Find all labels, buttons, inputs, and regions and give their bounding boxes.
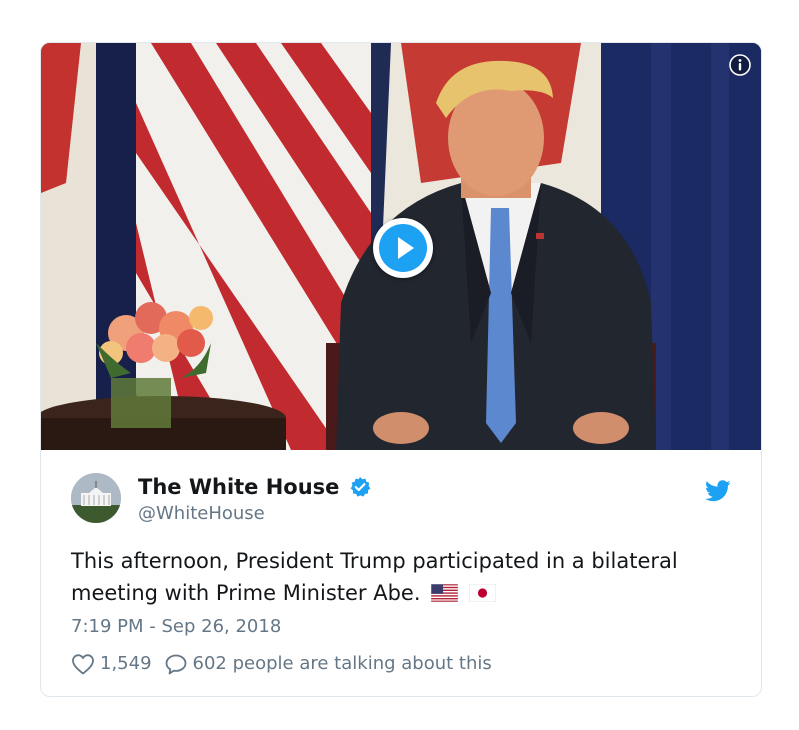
display-name[interactable]: The White House bbox=[138, 474, 339, 500]
us-flag-icon bbox=[430, 579, 459, 603]
avatar[interactable] bbox=[71, 473, 121, 523]
heart-icon bbox=[72, 654, 94, 675]
play-button[interactable] bbox=[373, 218, 433, 278]
twitter-bird-icon[interactable] bbox=[705, 480, 731, 502]
embedded-tweet-card: The White House @WhiteHouse This afterno… bbox=[40, 42, 762, 697]
tweet-timestamp[interactable]: 7:19 PM - Sep 26, 2018 bbox=[71, 615, 281, 639]
info-icon[interactable] bbox=[729, 54, 751, 76]
like-button[interactable]: 1,549 bbox=[71, 652, 152, 676]
play-icon bbox=[379, 224, 427, 272]
japan-flag-icon bbox=[468, 579, 497, 603]
tweet-text-content: This afternoon, President Trump particip… bbox=[71, 549, 678, 605]
author-block: The White House @WhiteHouse bbox=[138, 474, 371, 525]
white-house-avatar-image bbox=[71, 473, 121, 523]
talking-count: 602 people are talking about this bbox=[192, 653, 492, 674]
like-count: 1,549 bbox=[100, 653, 152, 674]
speech-bubble-icon bbox=[165, 654, 186, 675]
conversation-button[interactable]: 602 people are talking about this bbox=[164, 652, 492, 676]
verified-badge-icon bbox=[349, 476, 371, 498]
tweet-actions: 1,549 602 people are talking about this bbox=[71, 652, 492, 676]
tweet-text: This afternoon, President Trump particip… bbox=[71, 545, 711, 609]
handle[interactable]: @WhiteHouse bbox=[138, 503, 371, 525]
video-thumbnail[interactable] bbox=[41, 43, 761, 450]
